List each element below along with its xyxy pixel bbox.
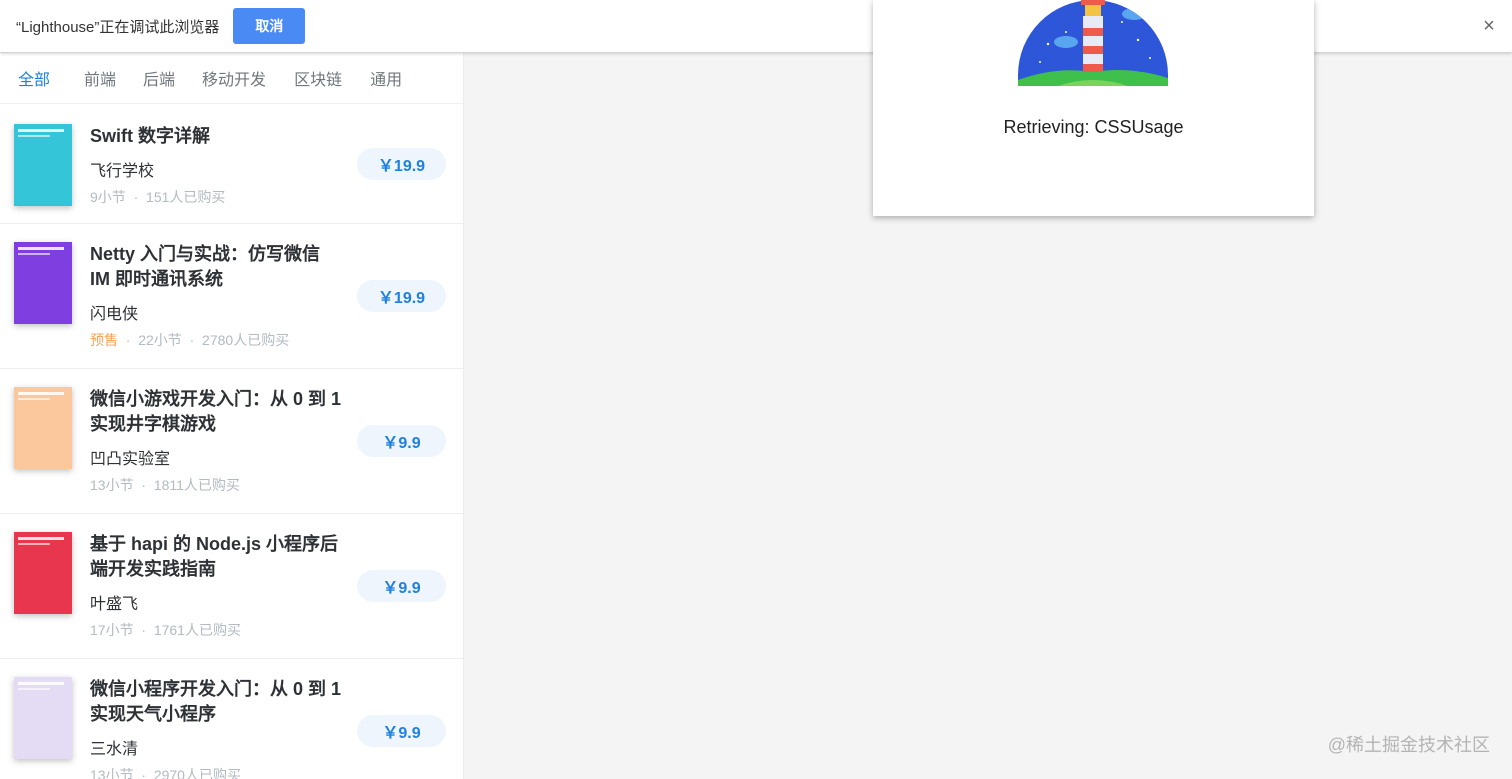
book-author: 叶盛飞 [90,596,139,613]
watermark: @稀土掘金技术社区 [1327,735,1490,755]
book-meta: 预售 · 22小节 · 2780人已购买 [90,332,290,348]
book-meta: 13小节 · 2970人已购买 [90,767,241,779]
lighthouse-logo-icon [1018,0,1168,86]
lighthouse-popup: Retrieving: CSSUsage [873,0,1314,216]
book-cover [14,242,72,324]
book-title: 微信小程序开发入门：从 0 到 1 实现天气小程序 [90,679,342,724]
book-cover [14,677,72,759]
tab-mobile[interactable]: 移动开发 [202,66,266,90]
tab-general[interactable]: 通用 [370,66,402,90]
category-tabs: 全部 前端 后端 移动开发 区块链 通用 [0,53,463,104]
book-meta: 13小节 · 1811人已购买 [90,477,240,493]
book-author: 三水清 [90,741,139,758]
book-title: Swift 数字详解 [90,126,210,146]
book-meta: 17小节 · 1761人已购买 [90,622,241,638]
book-author: 闪电侠 [90,306,139,323]
price-button[interactable]: ￥9.9 [357,425,446,457]
book-cover [14,387,72,469]
lighthouse-status-text: Retrieving: CSSUsage [1003,117,1184,137]
book-list-item[interactable]: Netty 入门与实战：仿写微信 IM 即时通讯系统 闪电侠 预售 · 22小节… [0,224,463,369]
book-title: 基于 hapi 的 Node.js 小程序后 端开发实践指南 [90,534,339,579]
tab-all[interactable]: 全部 [18,66,50,90]
book-cover [14,124,72,206]
book-list-item[interactable]: 微信小程序开发入门：从 0 到 1 实现天气小程序 三水清 13小节 · 297… [0,659,463,779]
book-cover [14,532,72,614]
book-author: 凹凸实验室 [90,451,171,468]
book-title: 微信小游戏开发入门：从 0 到 1 实现井字棋游戏 [90,389,342,434]
book-list-panel: 全部 前端 后端 移动开发 区块链 通用 Swift 数字详解 飞行学校 9小节… [0,53,464,779]
tab-backend[interactable]: 后端 [143,66,175,90]
book-list-item[interactable]: Swift 数字详解 飞行学校 9小节 · 151人已购买 ￥19.9 [0,104,463,224]
price-button[interactable]: ￥19.9 [357,148,446,180]
cancel-button[interactable]: 取消 [233,8,306,44]
book-author: 飞行学校 [90,163,155,180]
tab-blockchain[interactable]: 区块链 [294,66,342,90]
book-title: Netty 入门与实战：仿写微信 IM 即时通讯系统 [90,244,321,289]
infobar-message: “Lighthouse”正在调试此浏览器 [16,18,220,36]
book-list-item[interactable]: 微信小游戏开发入门：从 0 到 1 实现井字棋游戏 凹凸实验室 13小节 · 1… [0,369,463,514]
close-icon[interactable]: × [1478,15,1500,37]
price-button[interactable]: ￥9.9 [357,715,446,747]
tab-frontend[interactable]: 前端 [84,66,116,90]
book-meta: 9小节 · 151人已购买 [90,189,226,205]
price-button[interactable]: ￥9.9 [357,570,446,602]
price-button[interactable]: ￥19.9 [357,280,446,312]
presale-badge: 预售 [90,332,118,348]
book-list-item[interactable]: 基于 hapi 的 Node.js 小程序后 端开发实践指南 叶盛飞 17小节 … [0,514,463,659]
